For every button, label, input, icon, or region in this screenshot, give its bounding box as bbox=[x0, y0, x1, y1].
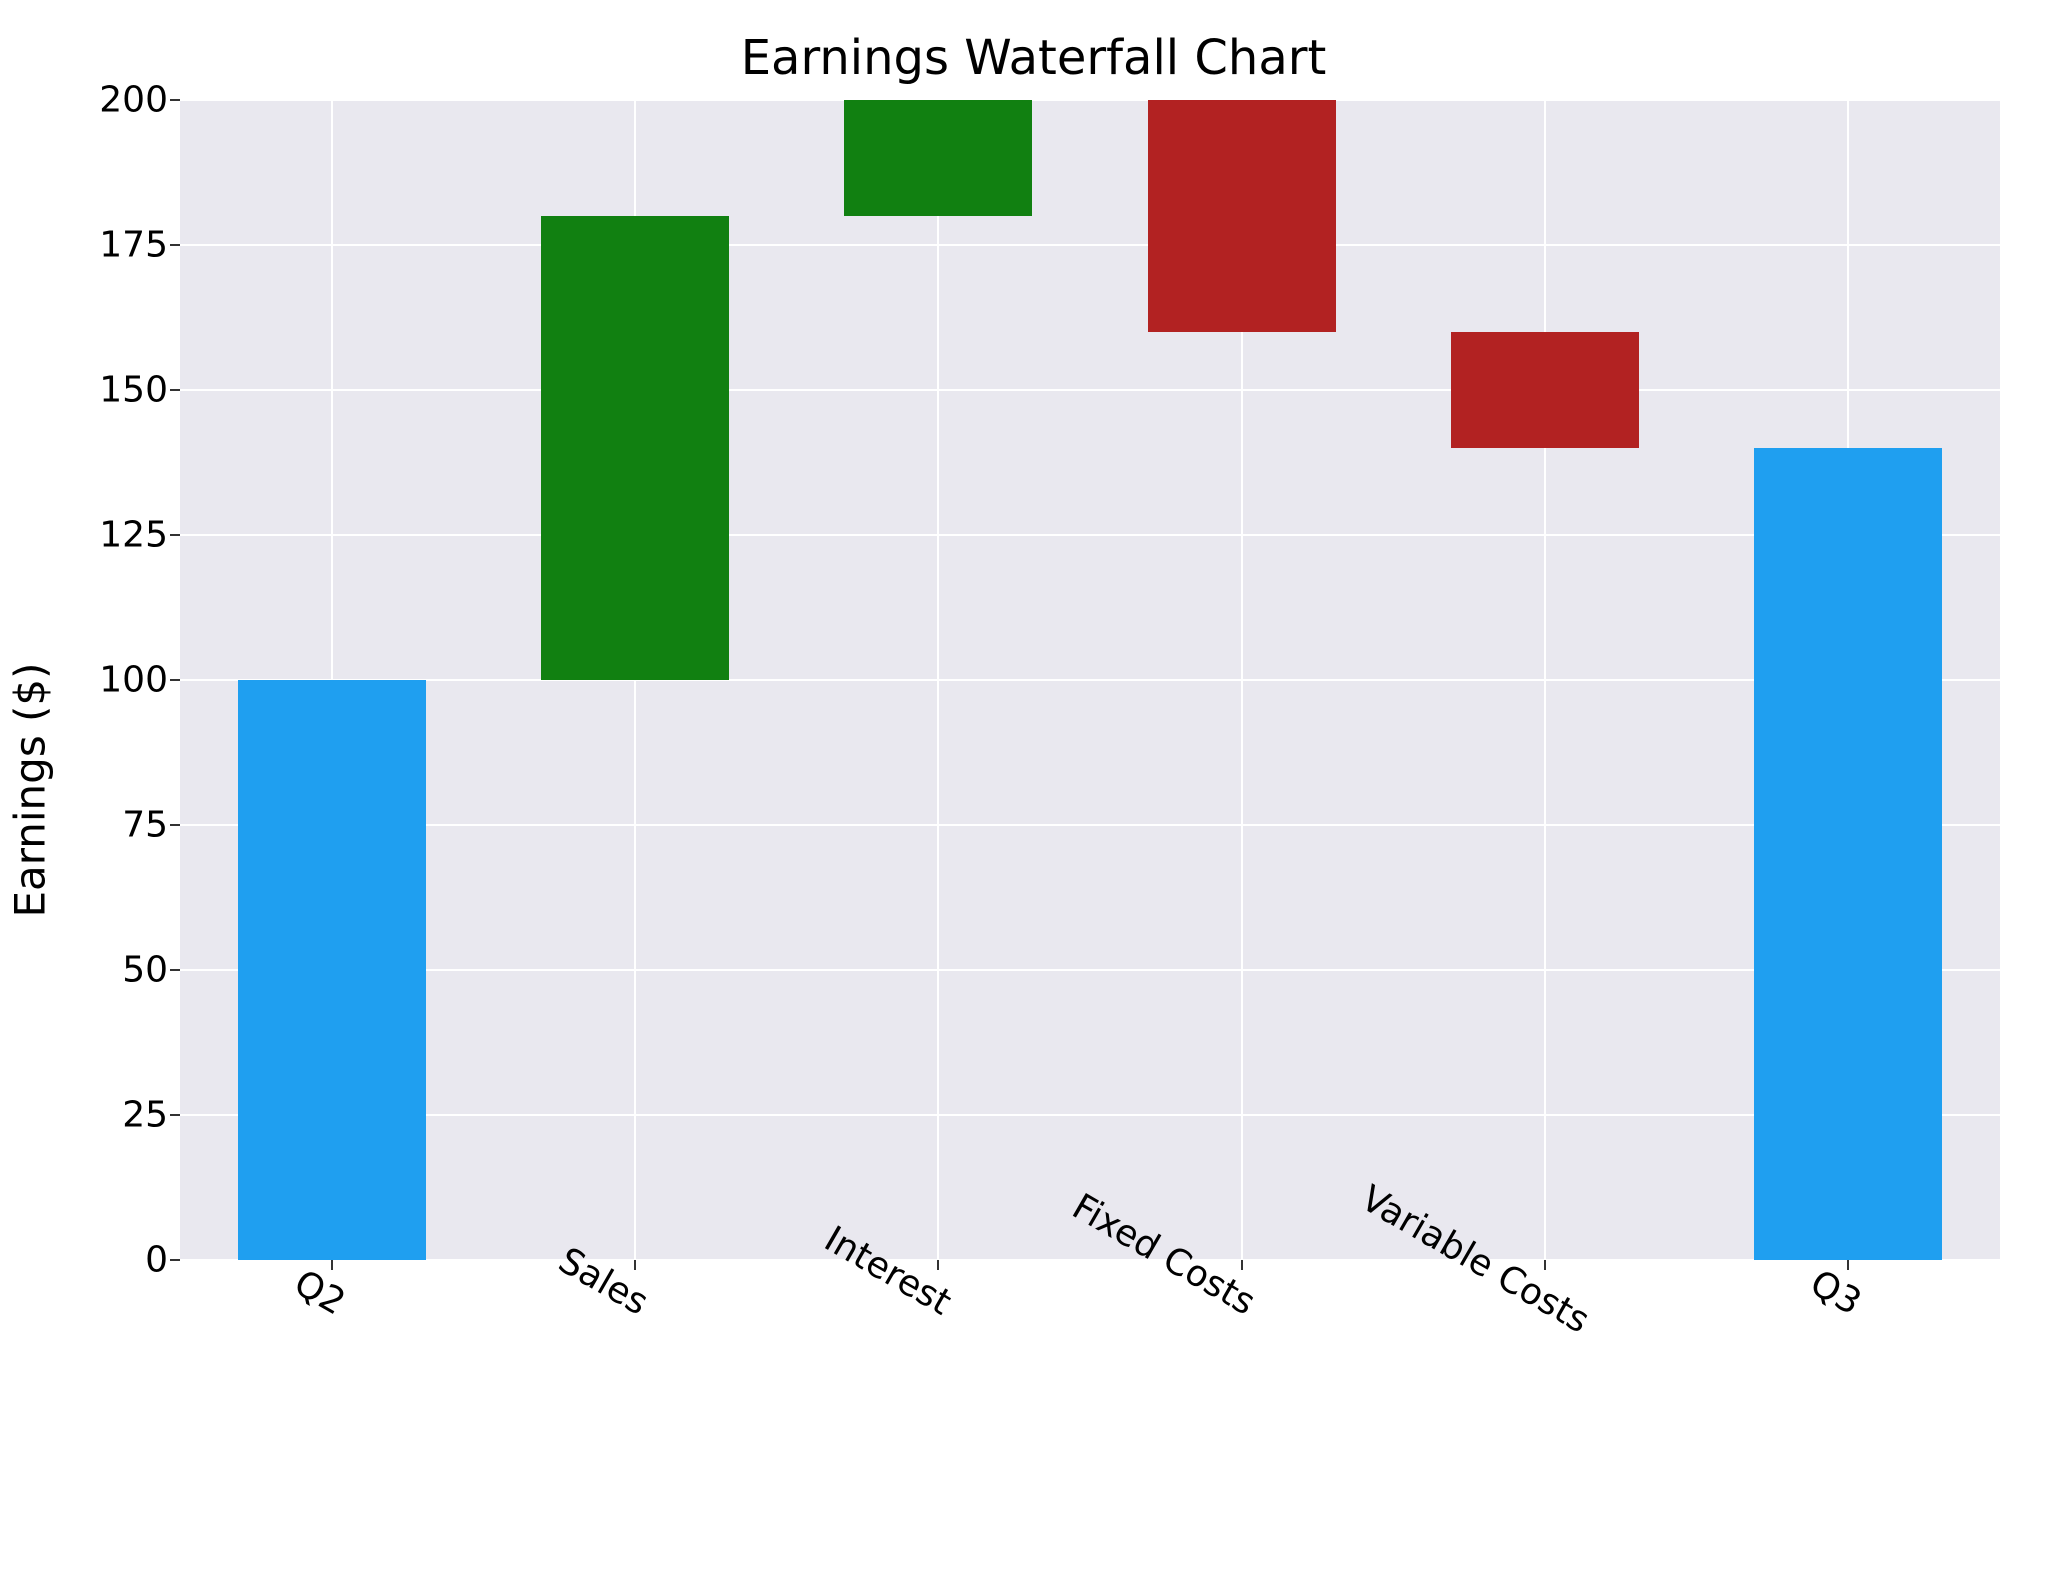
y-tick-label: 75 bbox=[48, 805, 168, 846]
x-tick-label: Variable Costs bbox=[1354, 1178, 1565, 1324]
y-tick-label: 25 bbox=[48, 1095, 168, 1136]
x-tick-mark bbox=[1241, 1260, 1243, 1270]
gridline bbox=[180, 534, 2000, 536]
gridline bbox=[180, 389, 2000, 391]
gridline bbox=[180, 99, 2000, 101]
bar-fixed-costs bbox=[1148, 100, 1336, 332]
y-tick-label: 125 bbox=[48, 515, 168, 556]
y-tick-label: 0 bbox=[48, 1240, 168, 1281]
y-tick-mark bbox=[170, 679, 180, 681]
x-tick-label: Fixed Costs bbox=[1051, 1178, 1262, 1324]
bar-variable-costs bbox=[1451, 332, 1639, 448]
y-tick-mark bbox=[170, 824, 180, 826]
gridline bbox=[180, 1259, 2000, 1261]
gridline bbox=[180, 969, 2000, 971]
x-tick-mark bbox=[937, 1260, 939, 1270]
gridline bbox=[180, 679, 2000, 681]
gridline bbox=[180, 244, 2000, 246]
plot-area: 0255075100125150175200Q2SalesInterestFix… bbox=[180, 100, 2000, 1260]
gridline bbox=[180, 1114, 2000, 1116]
x-tick-mark bbox=[331, 1260, 333, 1270]
y-tick-label: 200 bbox=[48, 80, 168, 121]
vgridline bbox=[937, 100, 939, 1260]
bar-q3 bbox=[1754, 448, 1942, 1260]
waterfall-chart: Earnings Waterfall Chart Earnings ($) 02… bbox=[0, 0, 2067, 1580]
chart-title: Earnings Waterfall Chart bbox=[0, 30, 2067, 86]
y-tick-mark bbox=[170, 1259, 180, 1261]
x-tick-mark bbox=[1544, 1260, 1546, 1270]
x-tick-label: Interest bbox=[747, 1178, 958, 1324]
y-tick-label: 175 bbox=[48, 225, 168, 266]
bar-q2 bbox=[238, 680, 426, 1260]
y-tick-mark bbox=[170, 244, 180, 246]
x-tick-mark bbox=[634, 1260, 636, 1270]
x-tick-label: Sales bbox=[444, 1178, 655, 1324]
y-tick-label: 100 bbox=[48, 660, 168, 701]
y-tick-mark bbox=[170, 99, 180, 101]
vgridline bbox=[1544, 100, 1546, 1260]
y-tick-mark bbox=[170, 389, 180, 391]
bar-sales bbox=[541, 216, 729, 680]
y-axis-label: Earnings ($) bbox=[6, 662, 55, 917]
y-tick-mark bbox=[170, 1114, 180, 1116]
y-tick-mark bbox=[170, 534, 180, 536]
x-tick-mark bbox=[1847, 1260, 1849, 1270]
y-tick-mark bbox=[170, 969, 180, 971]
bar-interest bbox=[844, 100, 1032, 216]
gridline bbox=[180, 824, 2000, 826]
y-tick-label: 150 bbox=[48, 370, 168, 411]
y-tick-label: 50 bbox=[48, 950, 168, 991]
